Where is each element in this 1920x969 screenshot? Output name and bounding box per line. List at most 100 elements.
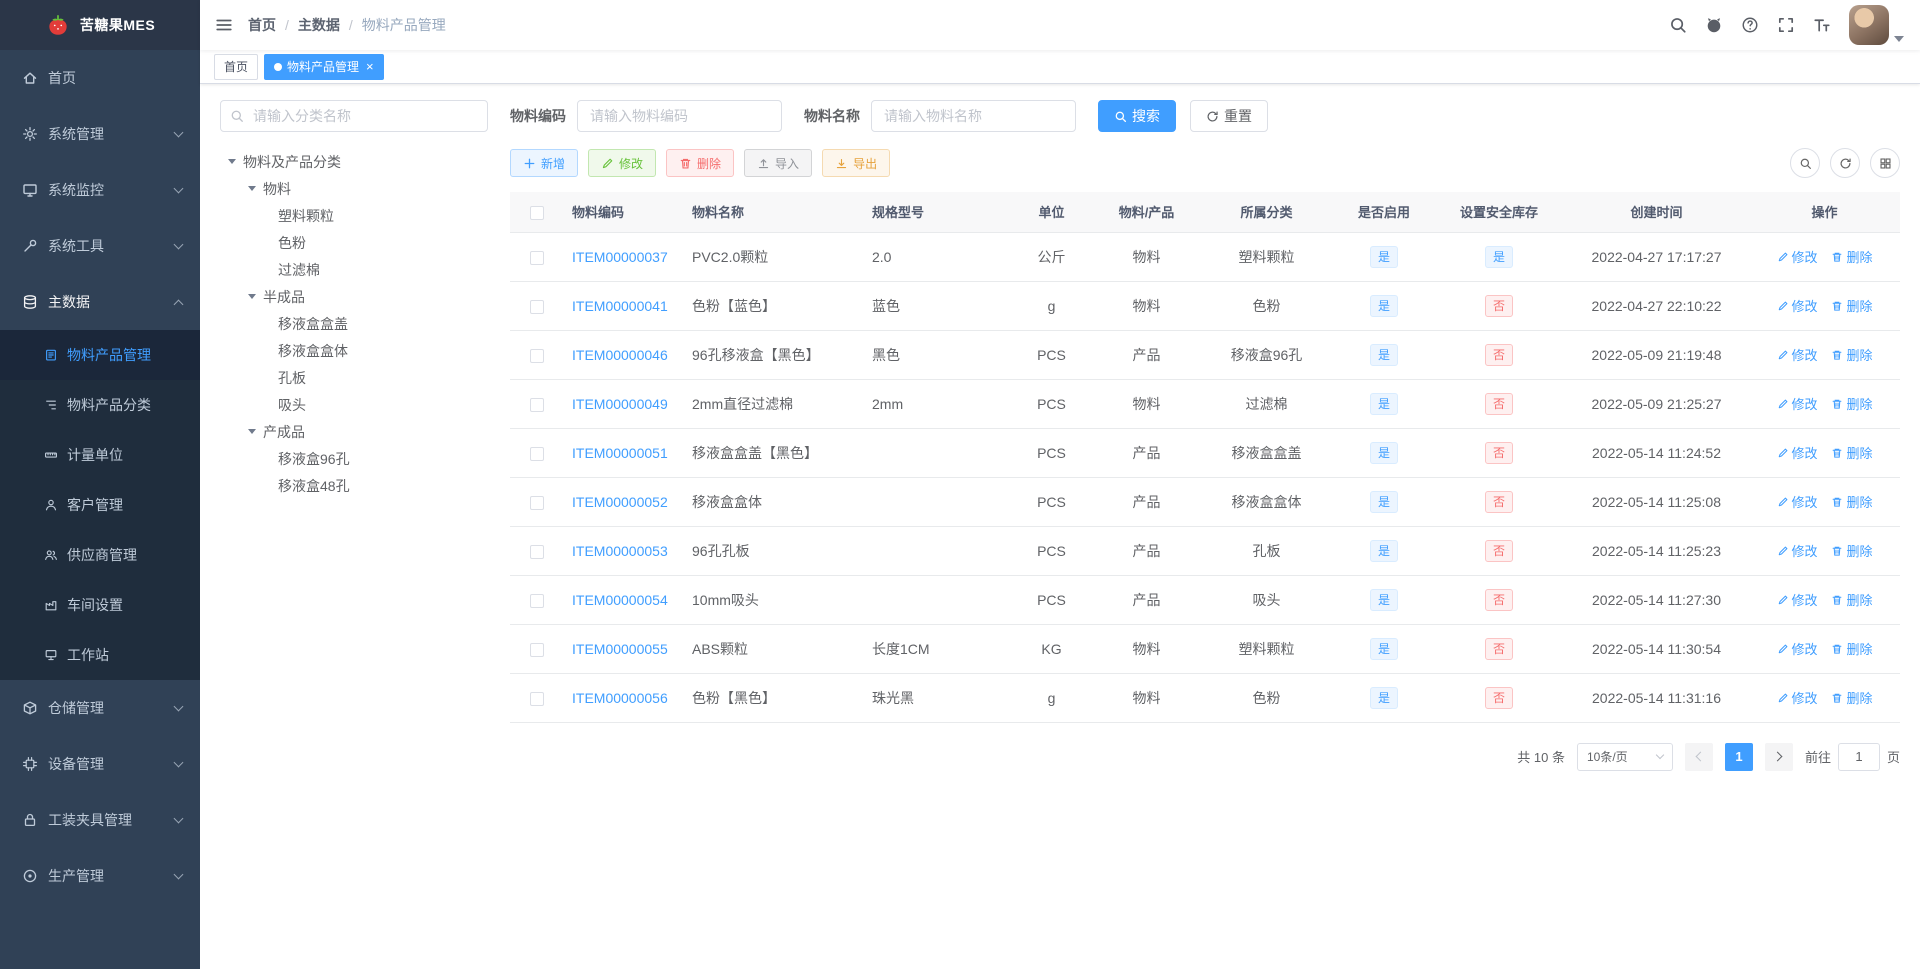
row-checkbox[interactable] <box>530 642 544 657</box>
row-delete-link[interactable]: 删除 <box>1831 247 1872 266</box>
sidebar-item-tooling-fixture-management[interactable]: 工装夹具管理 <box>0 792 200 848</box>
tree-node-semi-finished[interactable]: 半成品 <box>220 283 488 310</box>
row-edit-link[interactable]: 修改 <box>1777 394 1818 413</box>
row-checkbox[interactable] <box>530 544 544 559</box>
toggle-search-button[interactable] <box>1790 148 1820 178</box>
tab-material-product-management[interactable]: 物料产品管理 × <box>264 53 384 80</box>
material-name-input[interactable] <box>871 100 1076 132</box>
prev-page-button[interactable] <box>1684 742 1713 771</box>
tree-node-leaf[interactable]: 移液盒48孔 <box>220 472 488 499</box>
search-button[interactable]: 搜索 <box>1098 100 1176 132</box>
row-edit-link[interactable]: 修改 <box>1777 296 1818 315</box>
row-delete-link[interactable]: 删除 <box>1831 394 1872 413</box>
tab-home[interactable]: 首页 <box>214 53 259 80</box>
export-button[interactable]: 导出 <box>822 149 891 177</box>
sidebar-item-workshop-settings[interactable]: 车间设置 <box>0 580 200 630</box>
item-code-link[interactable]: ITEM00000037 <box>572 249 668 265</box>
refresh-table-button[interactable] <box>1830 148 1860 178</box>
help-icon[interactable] <box>1741 16 1759 34</box>
sidebar-item-system-tools[interactable]: 系统工具 <box>0 218 200 274</box>
row-delete-link[interactable]: 删除 <box>1831 688 1872 707</box>
hamburger-icon[interactable] <box>200 16 248 34</box>
tree-node-leaf[interactable]: 移液盒96孔 <box>220 445 488 472</box>
row-checkbox[interactable] <box>530 691 544 706</box>
tree-node-leaf[interactable]: 移液盒盒盖 <box>220 310 488 337</box>
breadcrumb-master-data[interactable]: 主数据 <box>298 15 340 35</box>
user-menu[interactable] <box>1849 5 1904 45</box>
column-settings-button[interactable] <box>1870 148 1900 178</box>
row-delete-link[interactable]: 删除 <box>1831 345 1872 364</box>
material-code-input[interactable] <box>577 100 782 132</box>
user-avatar[interactable] <box>1849 5 1889 45</box>
github-icon[interactable] <box>1705 16 1723 34</box>
row-delete-link[interactable]: 删除 <box>1831 541 1872 560</box>
sidebar-item-supplier-management[interactable]: 供应商管理 <box>0 530 200 580</box>
item-code-link[interactable]: ITEM00000056 <box>572 690 668 706</box>
tree-node-root[interactable]: 物料及产品分类 <box>220 148 488 175</box>
sidebar-item-measure-unit[interactable]: 计量单位 <box>0 430 200 480</box>
header-search-icon[interactable] <box>1669 16 1687 34</box>
row-edit-link[interactable]: 修改 <box>1777 639 1818 658</box>
add-button[interactable]: 新增 <box>510 149 579 177</box>
sidebar-item-master-data[interactable]: 主数据 <box>0 274 200 330</box>
row-edit-link[interactable]: 修改 <box>1777 590 1818 609</box>
row-delete-link[interactable]: 删除 <box>1831 443 1872 462</box>
sidebar-item-customer-management[interactable]: 客户管理 <box>0 480 200 530</box>
sidebar-item-production-management[interactable]: 生产管理 <box>0 848 200 904</box>
item-code-link[interactable]: ITEM00000054 <box>572 592 668 608</box>
row-delete-link[interactable]: 删除 <box>1831 296 1872 315</box>
row-checkbox[interactable] <box>530 348 544 363</box>
page-number-1[interactable]: 1 <box>1724 742 1753 771</box>
tree-node-leaf[interactable]: 色粉 <box>220 229 488 256</box>
sidebar-item-home[interactable]: 首页 <box>0 50 200 106</box>
page-size-select[interactable]: 10条/页 <box>1576 742 1673 771</box>
row-edit-link[interactable]: 修改 <box>1777 443 1818 462</box>
category-search-input[interactable] <box>220 100 488 132</box>
row-edit-link[interactable]: 修改 <box>1777 492 1818 511</box>
tree-node-leaf[interactable]: 孔板 <box>220 364 488 391</box>
item-code-link[interactable]: ITEM00000052 <box>572 494 668 510</box>
tree-node-leaf[interactable]: 塑料颗粒 <box>220 202 488 229</box>
tree-node-leaf[interactable]: 过滤棉 <box>220 256 488 283</box>
breadcrumb-home[interactable]: 首页 <box>248 15 276 35</box>
next-page-button[interactable] <box>1764 742 1793 771</box>
sidebar-item-equipment-management[interactable]: 设备管理 <box>0 736 200 792</box>
tree-node-leaf[interactable]: 移液盒盒体 <box>220 337 488 364</box>
item-code-link[interactable]: ITEM00000055 <box>572 641 668 657</box>
goto-page-input[interactable] <box>1837 742 1880 771</box>
row-checkbox[interactable] <box>530 495 544 510</box>
row-checkbox[interactable] <box>530 299 544 314</box>
app-logo[interactable]: 苦糖果MES <box>0 0 200 50</box>
item-code-link[interactable]: ITEM00000041 <box>572 298 668 314</box>
font-size-icon[interactable] <box>1813 16 1831 34</box>
delete-button[interactable]: 删除 <box>666 149 735 177</box>
row-edit-link[interactable]: 修改 <box>1777 345 1818 364</box>
edit-button[interactable]: 修改 <box>588 149 657 177</box>
sidebar-item-warehouse-management[interactable]: 仓储管理 <box>0 680 200 736</box>
item-code-link[interactable]: ITEM00000049 <box>572 396 668 412</box>
tab-close-icon[interactable]: × <box>366 60 374 73</box>
sidebar-item-material-product-management[interactable]: 物料产品管理 <box>0 330 200 380</box>
item-code-link[interactable]: ITEM00000053 <box>572 543 668 559</box>
fullscreen-icon[interactable] <box>1777 16 1795 34</box>
row-edit-link[interactable]: 修改 <box>1777 688 1818 707</box>
row-checkbox[interactable] <box>530 593 544 608</box>
import-button[interactable]: 导入 <box>744 149 813 177</box>
sidebar-item-workstation[interactable]: 工作站 <box>0 630 200 680</box>
item-code-link[interactable]: ITEM00000051 <box>572 445 668 461</box>
tree-node-material[interactable]: 物料 <box>220 175 488 202</box>
sidebar-item-material-product-category[interactable]: 物料产品分类 <box>0 380 200 430</box>
select-all-checkbox[interactable] <box>530 205 544 220</box>
item-code-link[interactable]: ITEM00000046 <box>572 347 668 363</box>
tree-node-finished[interactable]: 产成品 <box>220 418 488 445</box>
reset-button[interactable]: 重置 <box>1190 100 1268 132</box>
row-delete-link[interactable]: 删除 <box>1831 492 1872 511</box>
row-checkbox[interactable] <box>530 397 544 412</box>
row-edit-link[interactable]: 修改 <box>1777 247 1818 266</box>
row-edit-link[interactable]: 修改 <box>1777 541 1818 560</box>
row-checkbox[interactable] <box>530 250 544 265</box>
row-delete-link[interactable]: 删除 <box>1831 639 1872 658</box>
sidebar-item-system-management[interactable]: 系统管理 <box>0 106 200 162</box>
row-delete-link[interactable]: 删除 <box>1831 590 1872 609</box>
tree-node-leaf[interactable]: 吸头 <box>220 391 488 418</box>
